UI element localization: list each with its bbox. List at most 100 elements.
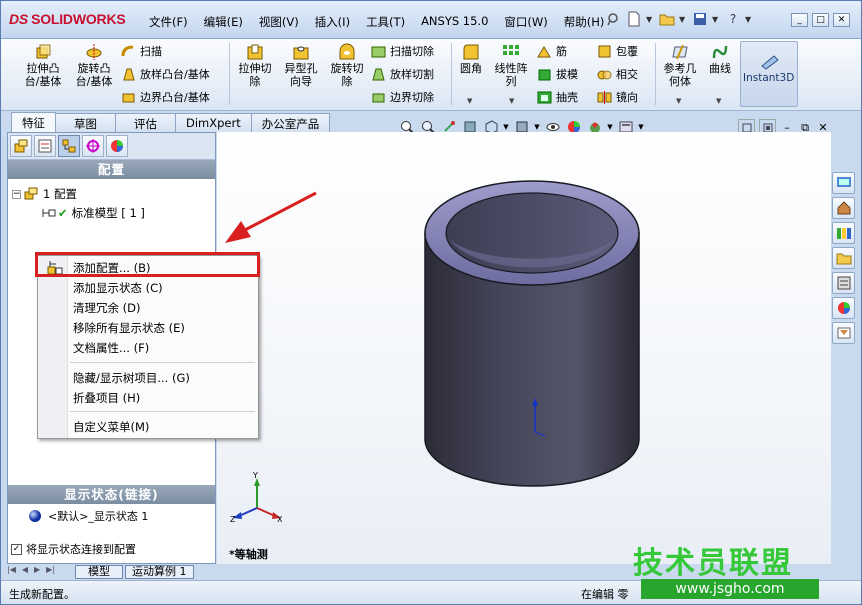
- tab-dimxpert[interactable]: DimXpert: [175, 113, 252, 132]
- pin-icon[interactable]: [604, 10, 622, 28]
- menu-separator: [70, 411, 255, 412]
- chevron-down-icon[interactable]: ▼: [646, 15, 654, 24]
- menu-item-hide-show-tree-items[interactable]: 隐藏/显示树项目... (G): [73, 369, 190, 387]
- swept-cut-label: 扫描切除: [390, 45, 434, 58]
- menu-insert[interactable]: 插入(I): [312, 14, 353, 30]
- menu-item-remove-display-states[interactable]: 移除所有显示状态 (E): [73, 319, 185, 337]
- boundary-boss-button[interactable]: 边界凸台/基体: [121, 87, 210, 107]
- rib-button[interactable]: 筋: [537, 41, 567, 61]
- save-icon[interactable]: [691, 10, 709, 28]
- display-state-item[interactable]: <默认>_显示状态 1: [28, 507, 148, 525]
- fillet-button[interactable]: 圆角: [456, 43, 486, 75]
- config-panel-header: 配置: [8, 160, 215, 179]
- swept-cut-button[interactable]: 扫描切除: [371, 41, 434, 61]
- wrap-icon: [598, 45, 611, 57]
- lofted-cut-button[interactable]: 放样切割: [371, 64, 434, 84]
- property-manager-tab-icon[interactable]: [34, 135, 56, 157]
- last-tab-icon[interactable]: ▶|: [46, 565, 55, 579]
- extrude-boss-button[interactable]: 拉伸凸 台/基体: [19, 43, 67, 88]
- instant3d-button[interactable]: Instant3D: [740, 41, 798, 107]
- view-palette-icon[interactable]: [832, 272, 855, 294]
- menu-file[interactable]: 文件(F): [146, 14, 191, 30]
- close-icon[interactable]: ✕: [833, 13, 850, 27]
- wrap-button[interactable]: 包覆: [597, 41, 638, 61]
- file-explorer-icon[interactable]: [832, 247, 855, 269]
- revolve-boss-button[interactable]: 旋转凸 台/基体: [71, 43, 117, 88]
- next-tab-icon[interactable]: ▶: [34, 565, 40, 579]
- link-display-state-checkbox[interactable]: ✓ 将显示状态连接到配置: [11, 541, 136, 557]
- mirror-button[interactable]: 镜向: [597, 87, 638, 107]
- axis-x-label: X: [277, 515, 283, 524]
- chevron-down-icon[interactable]: ▼: [712, 15, 720, 24]
- linear-pattern-label: 线性阵 列: [494, 62, 528, 88]
- curves-button[interactable]: 曲线: [705, 43, 735, 75]
- loft-button[interactable]: 放样凸台/基体: [121, 64, 210, 84]
- tab-model[interactable]: 模型: [75, 564, 123, 579]
- revolve-cut-button[interactable]: 旋转切 除: [325, 43, 369, 88]
- menu-view[interactable]: 视图(V): [256, 14, 302, 30]
- chevron-down-icon[interactable]: ▼: [745, 15, 753, 24]
- menu-help[interactable]: 帮助(H): [561, 14, 608, 30]
- tab-features[interactable]: 特征: [11, 112, 56, 132]
- menu-item-add-display-state[interactable]: 添加显示状态 (C): [73, 279, 163, 297]
- tab-evaluate[interactable]: 评估: [115, 113, 176, 132]
- configuration-manager-tab-icon[interactable]: [58, 135, 80, 157]
- appearances-icon[interactable]: [832, 297, 855, 319]
- config-tree-root[interactable]: − 1 配置: [12, 185, 77, 203]
- sweep-icon: [121, 45, 134, 56]
- menu-item-document-properties[interactable]: 文档属性... (F): [73, 339, 149, 357]
- extrude-cut-button[interactable]: 拉伸切 除: [233, 43, 277, 88]
- solidworks-resources-icon[interactable]: [832, 172, 855, 194]
- open-folder-icon[interactable]: [658, 10, 676, 28]
- linear-pattern-button[interactable]: 线性阵 列: [491, 43, 531, 88]
- tab-office-products[interactable]: 办公室产品: [250, 113, 331, 132]
- design-library-icon[interactable]: [832, 222, 855, 244]
- axis-z-label: Z: [230, 515, 236, 524]
- menu-item-clean-redundancy[interactable]: 清理冗余 (D): [73, 299, 140, 317]
- config-tree-item[interactable]: ✔ 标准模型 [ 1 ]: [42, 204, 145, 222]
- menu-window[interactable]: 窗口(W): [501, 14, 550, 30]
- home-icon[interactable]: [832, 197, 855, 219]
- boundary-cut-button[interactable]: 边界切除: [371, 87, 434, 107]
- boundary-boss-icon: [122, 93, 135, 102]
- new-document-icon[interactable]: [625, 10, 643, 28]
- minimize-icon[interactable]: _: [791, 13, 808, 27]
- tab-scroll-controls[interactable]: |◀ ◀ ▶ ▶|: [7, 565, 75, 579]
- tab-sketch[interactable]: 草图: [55, 113, 116, 132]
- menu-item-collapse-items[interactable]: 折叠项目 (H): [73, 389, 140, 407]
- config-item-icon: [42, 209, 56, 217]
- hole-wizard-button[interactable]: 异型孔 向导: [279, 43, 323, 88]
- display-manager-tab-icon[interactable]: [106, 135, 128, 157]
- feature-manager-tab-icon[interactable]: [10, 135, 32, 157]
- config-item-label: 标准模型 [ 1 ]: [71, 206, 145, 220]
- draft-icon: [538, 69, 551, 80]
- menu-tools[interactable]: 工具(T): [363, 14, 408, 30]
- dimxpert-manager-tab-icon[interactable]: [82, 135, 104, 157]
- menu-ansys[interactable]: ANSYS 15.0: [418, 14, 491, 30]
- menu-edit[interactable]: 编辑(E): [201, 14, 246, 30]
- menu-item-customize-menu[interactable]: 自定义菜单(M): [73, 418, 149, 436]
- chevron-down-icon[interactable]: ▼: [509, 97, 514, 105]
- solidworks-window: DS SOLIDWORKS 文件(F) 编辑(E) 视图(V) 插入(I) 工具(…: [0, 0, 862, 605]
- tab-motion-study[interactable]: 运动算例 1: [125, 564, 194, 579]
- chevron-down-icon[interactable]: ▼: [679, 15, 687, 24]
- first-tab-icon[interactable]: |◀: [7, 565, 16, 579]
- reference-geometry-button[interactable]: 参考几 何体: [659, 43, 701, 88]
- chevron-down-icon[interactable]: ▼: [467, 97, 472, 105]
- help-icon[interactable]: ?: [724, 10, 742, 28]
- intersect-button[interactable]: 相交: [597, 64, 638, 84]
- status-message: 生成新配置。: [9, 588, 75, 601]
- status-editing: 在编辑 零: [581, 588, 629, 601]
- boundary-cut-icon: [372, 93, 385, 102]
- chevron-down-icon[interactable]: ▼: [716, 97, 721, 105]
- revolve-cut-label: 旋转切 除: [330, 62, 364, 88]
- collapse-toggle-icon[interactable]: −: [12, 189, 21, 199]
- maximize-icon[interactable]: □: [812, 13, 829, 27]
- custom-properties-icon[interactable]: [832, 322, 855, 344]
- sweep-button[interactable]: 扫描: [121, 41, 162, 61]
- draft-button[interactable]: 拔模: [537, 64, 578, 84]
- chevron-down-icon[interactable]: ▼: [676, 97, 681, 105]
- extrude-cut-icon: [247, 44, 263, 60]
- prev-tab-icon[interactable]: ◀: [22, 565, 28, 579]
- shell-button[interactable]: 抽壳: [537, 87, 578, 107]
